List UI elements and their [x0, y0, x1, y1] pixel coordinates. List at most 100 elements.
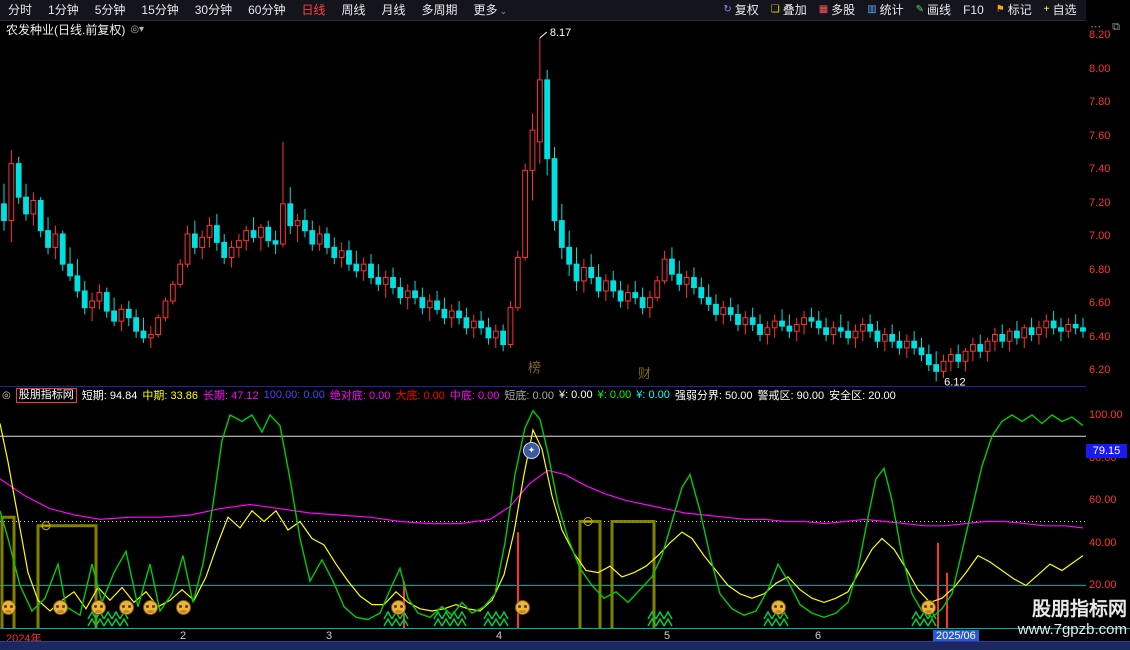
series-长期	[0, 470, 1083, 528]
tool-label: 叠加	[783, 0, 807, 20]
olive-step-signal	[580, 522, 600, 629]
chevron-down-icon: ⌄	[500, 6, 508, 16]
sprout-signal-icon	[500, 612, 508, 626]
watermark-brand: 股朋指标网	[1018, 599, 1127, 621]
tool-button-复权[interactable]: ↻复权	[717, 0, 764, 20]
自选-icon: +	[1044, 0, 1050, 20]
tool-button-标记[interactable]: ⚑标记	[990, 0, 1038, 20]
indicator-tick-label: 60.00	[1089, 494, 1117, 506]
price-tick-label: 6.80	[1089, 264, 1110, 276]
sprout-signal-icon	[764, 612, 772, 626]
tool-label: 标记	[1008, 0, 1032, 20]
price-tick-label: 7.40	[1089, 163, 1110, 175]
candles-group	[2, 38, 1086, 381]
indicator-value-中底: 中底: 0.00	[450, 387, 500, 403]
tool-label: 自选	[1053, 0, 1077, 20]
site-watermark: 股朋指标网 www.7gpzb.com	[1018, 599, 1127, 638]
period-menu: 分时1分钟5分钟15分钟30分钟60分钟日线周线月线多周期更多⌄	[0, 0, 515, 20]
tool-label: 多股	[831, 0, 855, 20]
price-axis: 8.208.007.807.607.407.207.006.806.606.40…	[1086, 0, 1130, 650]
sprout-signal-icon	[384, 612, 392, 626]
panel-collapse-icon[interactable]: ◎	[2, 390, 11, 401]
tool-button-F10[interactable]: F10	[957, 0, 990, 20]
sprout-signal-icon	[392, 612, 400, 626]
price-tick-label: 6.40	[1089, 331, 1110, 343]
indicator-value-¥: ¥: 0.00	[636, 389, 670, 401]
price-tick-label: 7.80	[1089, 96, 1110, 108]
period-tab-15分钟[interactable]: 15分钟	[133, 0, 186, 20]
period-tab-1分钟[interactable]: 1分钟	[40, 0, 87, 20]
sprout-signal-icon	[458, 612, 466, 626]
sprout-signal-icon	[434, 612, 442, 626]
period-tab-周线[interactable]: 周线	[333, 0, 373, 20]
price-tick-label: 8.00	[1089, 63, 1110, 75]
period-tab-多周期[interactable]: 多周期	[414, 0, 466, 20]
统计-icon: ▥	[867, 0, 876, 20]
indicator-value-¥: ¥: 0.00	[559, 389, 593, 401]
tool-button-多股[interactable]: ▦多股	[813, 0, 861, 20]
period-tab-日线[interactable]: 日线	[293, 0, 333, 20]
tool-label: 复权	[735, 0, 759, 20]
sprout-signal-icon	[664, 612, 672, 626]
price-tick-label: 6.20	[1089, 364, 1110, 376]
sprout-signal-icon	[772, 612, 780, 626]
indicator-value-强弱分界: 强弱分界: 50.00	[675, 387, 753, 403]
price-tick-label: 7.20	[1089, 197, 1110, 209]
indicator-chart[interactable]	[0, 402, 1086, 628]
sprout-signal-icon	[104, 612, 112, 626]
sprout-signal-icon	[112, 612, 120, 626]
olive-step-signal	[612, 522, 654, 629]
indicator-brand-label[interactable]: 股朋指标网	[16, 388, 77, 403]
tool-button-叠加[interactable]: ❏叠加	[765, 0, 813, 20]
tool-label: 统计	[880, 0, 904, 20]
period-tab-30分钟[interactable]: 30分钟	[187, 0, 240, 20]
indicator-header: ◎ 股朋指标网短期: 94.84中期: 33.86 长期: 47.12 100.00:…	[0, 386, 1088, 403]
series-短期	[0, 411, 1083, 620]
indicator-tick-label: 100.00	[1089, 409, 1123, 421]
period-tab-分时[interactable]: 分时	[0, 0, 40, 20]
period-tab-5分钟[interactable]: 5分钟	[87, 0, 134, 20]
price-tick-label: 7.60	[1089, 130, 1110, 142]
复权-icon: ↻	[723, 0, 731, 20]
period-tab-60分钟[interactable]: 60分钟	[240, 0, 293, 20]
tools-menu: ↻复权❏叠加▦多股▥统计✎画线F10⚑标记+自选↩返回	[717, 0, 1130, 20]
page-title: 农发种业(日线.前复权)	[6, 21, 125, 38]
sprout-signal-icon	[120, 612, 128, 626]
toolbar: 分时1分钟5分钟15分钟30分钟60分钟日线周线月线多周期更多⌄ ↻复权❏叠加▦…	[0, 0, 1130, 21]
叠加-icon: ❏	[771, 0, 780, 20]
status-bar	[0, 641, 1130, 650]
price-tick-label: 6.60	[1089, 297, 1110, 309]
indicator-value-中期: 中期: 33.86	[142, 387, 198, 403]
peak-price-label: 8.17	[550, 27, 571, 39]
indicator-value-短底: 短底: 0.00	[504, 387, 554, 403]
indicator-value-短期: 短期: 94.84	[82, 387, 138, 403]
indicator-value-大底: 大底: 0.00	[395, 387, 445, 403]
watermark-url: www.7gpzb.com	[1018, 621, 1127, 638]
window-corner-icons[interactable]: ⋯ ⧉	[1090, 20, 1124, 34]
indicator-tick-label: 20.00	[1089, 579, 1117, 591]
tool-button-画线[interactable]: ✎画线	[910, 0, 957, 20]
period-tab-月线[interactable]: 月线	[374, 0, 414, 20]
olive-step-signal	[38, 526, 96, 628]
tool-button-自选[interactable]: +自选	[1038, 0, 1083, 20]
gold-watermark-char: 榜	[528, 360, 541, 375]
sprout-signal-icon	[484, 612, 492, 626]
tool-button-统计[interactable]: ▥统计	[861, 0, 909, 20]
app-window: 分时1分钟5分钟15分钟30分钟60分钟日线周线月线多周期更多⌄ ↻复权❏叠加▦…	[0, 0, 1130, 650]
chevron-down-icon[interactable]: ◎▾	[130, 24, 144, 35]
indicator-value-100.00: 100.00: 0.00	[264, 389, 325, 401]
low-price-label: 6.12	[944, 376, 965, 386]
画线-icon: ✎	[916, 0, 924, 20]
sprout-signal-icon	[442, 612, 450, 626]
price-tick-label: 7.00	[1089, 230, 1110, 242]
sprout-signal-icon	[780, 612, 788, 626]
sprout-signal-icon	[656, 612, 664, 626]
tool-label: F10	[963, 0, 984, 20]
title-bar: 农发种业(日线.前复权) ◎▾	[6, 21, 144, 38]
标记-icon: ⚑	[996, 0, 1005, 20]
indicator-value-长期: 长期: 47.12	[203, 387, 259, 403]
indicator-value-安全区: 安全区: 20.00	[829, 387, 896, 403]
last-value-badge: 79.15	[1086, 444, 1127, 458]
kline-chart[interactable]: 8.176.12榜财	[0, 20, 1086, 386]
period-tab-更多[interactable]: 更多⌄	[466, 0, 516, 21]
